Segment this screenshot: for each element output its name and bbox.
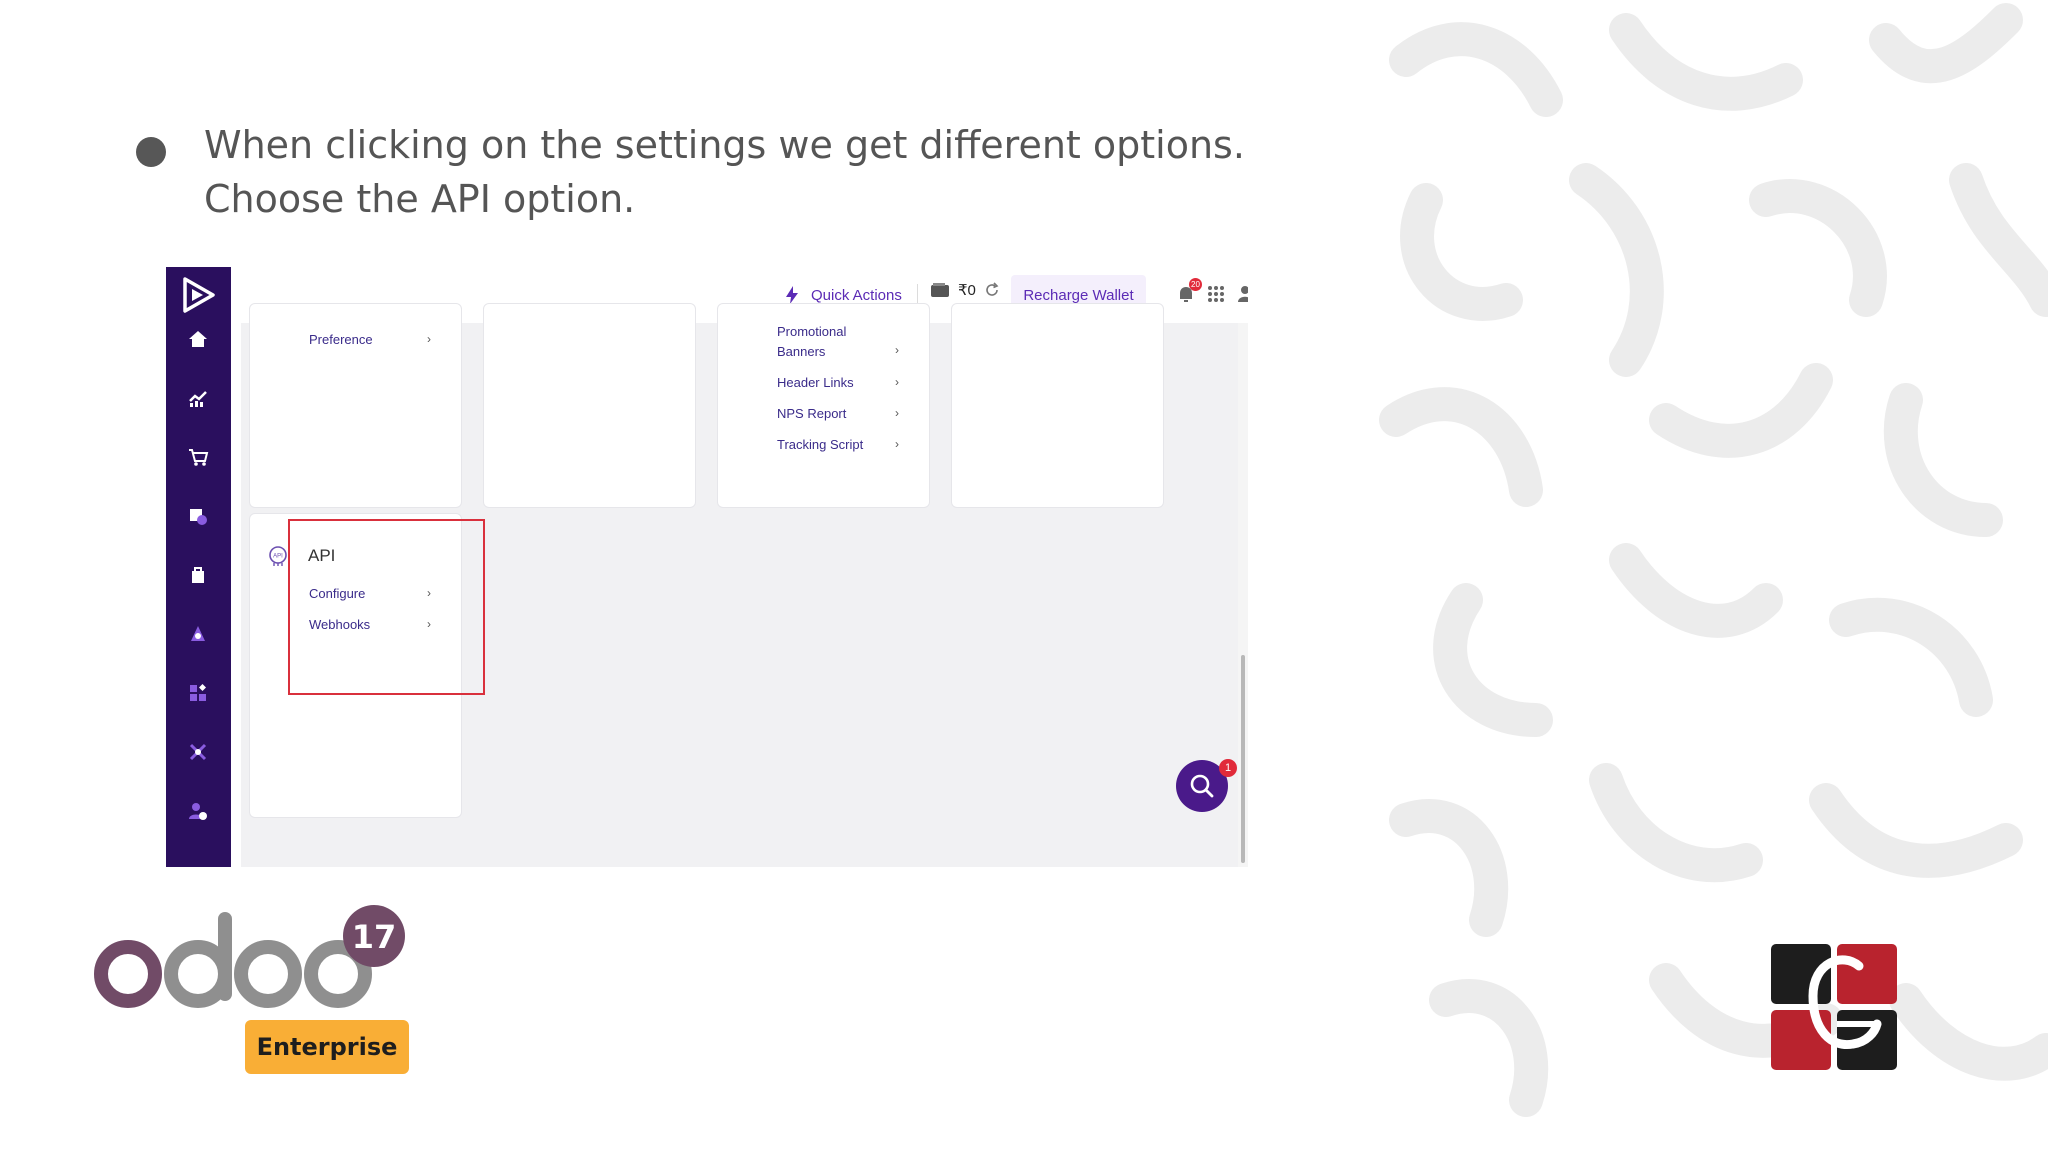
settings-card-2 (483, 303, 696, 508)
payments-icon[interactable] (182, 618, 214, 650)
apps-icon[interactable] (182, 677, 214, 709)
sidebar-nav (166, 267, 231, 867)
enterprise-badge: Enterprise (245, 1020, 409, 1074)
chevron-right-icon: › (895, 406, 899, 420)
promotional-banners-line1[interactable]: Promotional (777, 324, 846, 339)
wallet-icon (931, 283, 949, 297)
refresh-icon[interactable] (984, 282, 1000, 298)
notifications-button[interactable]: 20 (1173, 278, 1202, 307)
scroll-thumb[interactable] (1241, 655, 1245, 863)
company-logo (1771, 944, 1897, 1070)
page-scrollbar[interactable] (1238, 323, 1248, 867)
tools-icon[interactable] (182, 736, 214, 768)
app-grid-icon[interactable] (1203, 281, 1229, 307)
returns-icon[interactable] (182, 500, 214, 532)
slide-text-line-1: When clicking on the settings we get dif… (204, 123, 1245, 167)
api-icon: API (269, 546, 287, 566)
chevron-right-icon: › (427, 332, 431, 346)
api-highlight-box (288, 519, 485, 695)
chevron-right-icon: › (895, 437, 899, 451)
bullet-point (136, 137, 166, 167)
home-icon[interactable] (182, 323, 214, 355)
chevron-right-icon: › (895, 343, 899, 357)
decorative-pattern (1379, 3, 2048, 1117)
tracking-script-link[interactable]: Tracking Script (777, 437, 863, 452)
inventory-icon[interactable] (182, 559, 214, 591)
search-badge: 1 (1219, 759, 1237, 777)
svg-text:API: API (273, 554, 283, 560)
settings-card-storefront: Promotional Banners › Header Links › NPS… (717, 303, 930, 508)
user-menu[interactable] (1234, 281, 1248, 307)
settings-card-preferences: Preference › (249, 303, 462, 508)
cart-icon[interactable] (182, 441, 214, 473)
chevron-right-icon: › (895, 375, 899, 389)
search-icon (1190, 774, 1214, 798)
user-icon (1238, 286, 1248, 302)
nps-report-link[interactable]: NPS Report (777, 406, 846, 421)
account-check-icon[interactable] (182, 795, 214, 827)
preference-link[interactable]: Preference (309, 332, 373, 347)
header-links-link[interactable]: Header Links (777, 375, 854, 390)
slide-bullet-text: When clicking on the settings we get dif… (204, 118, 1304, 226)
settings-card-4 (951, 303, 1164, 508)
notification-badge: 20 (1189, 278, 1202, 291)
analytics-icon[interactable] (182, 382, 214, 414)
wallet-balance-value: ₹0 (958, 282, 976, 299)
odoo-version: 17 (352, 918, 397, 956)
slide-text-line-2: Choose the API option. (204, 177, 636, 221)
quick-actions-label: Quick Actions (811, 286, 902, 304)
wallet-balance: ₹0 (930, 281, 1000, 299)
promotional-banners-line2[interactable]: Banners (777, 344, 825, 359)
app-logo-icon[interactable] (179, 275, 217, 315)
odoo-logo: 17 (94, 905, 405, 1008)
